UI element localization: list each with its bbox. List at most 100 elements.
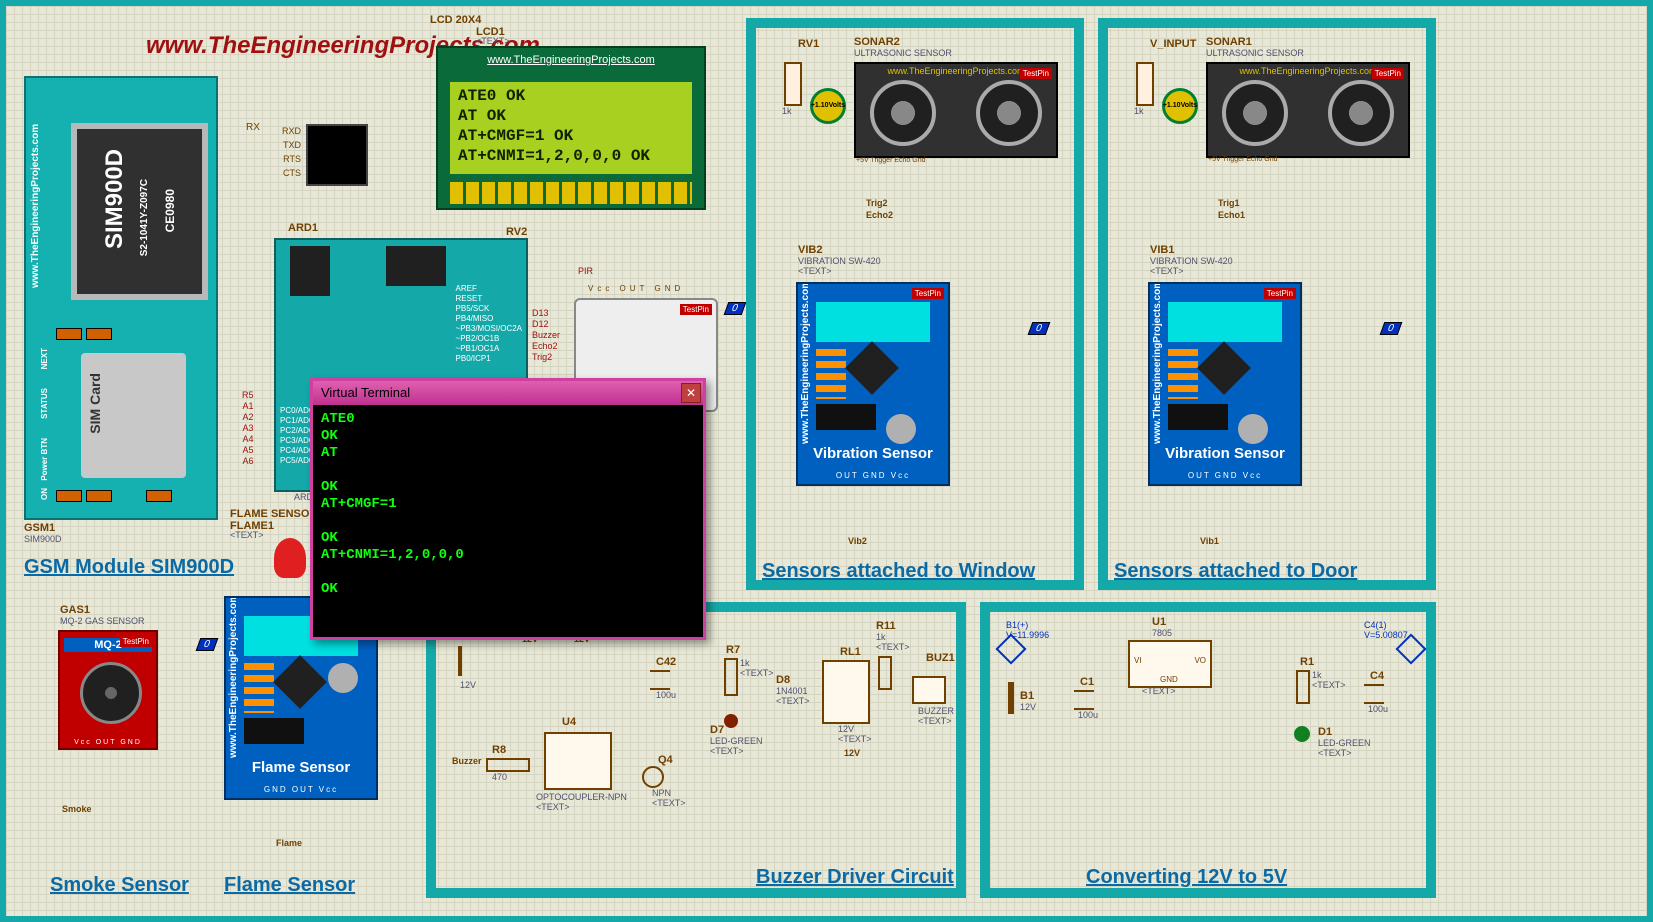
win-voltprobe[interactable]: +1.10Volts (810, 88, 846, 124)
door-vib-ref: VIB1 (1150, 244, 1174, 256)
serial-net: RX (246, 122, 260, 133)
lcd-module[interactable]: www.TheEngineeringProjects.com ATE0 OK A… (436, 46, 706, 210)
terminal-output[interactable]: ATE0 OK AT OK AT+CMGF=1 OK AT+CNMI=1,2,0… (313, 405, 703, 637)
door-sonar-net1: Trig1 (1218, 198, 1240, 208)
r7-val: 1k (740, 658, 750, 668)
c42-symbol (650, 670, 670, 690)
probe-in-label: B1(+) (1006, 620, 1028, 630)
gsm-partno: SIM900D (101, 149, 129, 249)
d1-text: <TEXT> (1318, 748, 1352, 758)
gsm-module[interactable]: www.TheEngineeringProjects.com SIM900D S… (24, 76, 218, 520)
close-icon[interactable]: ✕ (681, 383, 701, 403)
door-voltprobe[interactable]: +1.10Volts (1162, 88, 1198, 124)
r1-symbol (1296, 670, 1310, 704)
schematic-canvas[interactable]: www.TheEngineeringProjects.com www.TheEn… (0, 0, 1653, 922)
buzzer-schematic[interactable]: BAT1 <TEXT> 12V 12V Buzzer R8 470 U4 OPT… (446, 616, 946, 866)
door-rv-ref: V_INPUT (1150, 38, 1196, 50)
gsm-ref: GSM1 (24, 522, 55, 534)
u1-ref: U1 (1152, 616, 1166, 628)
door-caption: Sensors attached to Door (1114, 560, 1357, 583)
c1-val: 100u (1078, 710, 1098, 720)
serial-pins: RXDTXDRTSCTS (282, 124, 301, 180)
door-vib-title: Vibration Sensor (1150, 445, 1300, 462)
d7-symbol (724, 714, 738, 728)
terminal-titlebar[interactable]: Virtual Terminal ✕ (313, 381, 703, 405)
win-sonar-testpin: TestPin (1020, 68, 1052, 79)
flame-side-url: www.TheEngineeringProjects.com (228, 628, 240, 758)
mq2-module[interactable]: MQ-2 TestPin Vcc OUT GND (58, 630, 158, 750)
door-sonar-module[interactable]: www.TheEngineeringProjects.com TestPin (1206, 62, 1410, 158)
d8-part: 1N4001 (776, 686, 808, 696)
u1-part: 7805 (1152, 628, 1172, 638)
win-vib-pins: OUT GND Vcc (798, 471, 948, 480)
r7-ref: R7 (726, 644, 740, 656)
c4-symbol (1364, 684, 1384, 704)
arduino-right-pins: AREF RESETPB5/SCKPB4/MISO ~PB3/MOSI/OC2A… (456, 284, 522, 364)
buz-symbol (912, 676, 946, 704)
door-sonar-ref: SONAR1 (1206, 36, 1252, 48)
buzzer-caption: Buzzer Driver Circuit (756, 866, 954, 889)
gsm-cert: CE0980 (163, 189, 177, 232)
mq2-can (80, 662, 142, 724)
q4-ref: Q4 (658, 754, 673, 766)
sonar-eye-right (1328, 80, 1394, 146)
door-vib-side: www.TheEngineeringProjects.com (1152, 314, 1164, 444)
r11-text: <TEXT> (876, 642, 910, 652)
d7-text: <TEXT> (710, 746, 744, 756)
flame-part-label: FLAME SENSOR (230, 508, 317, 520)
win-sonar-net1: Trig2 (866, 198, 888, 208)
rv2-ref: RV2 (506, 226, 527, 238)
flame-title: Flame Sensor (226, 759, 376, 776)
flame-pins: GND OUT Vcc (226, 785, 376, 794)
serial-terminal-component[interactable] (306, 124, 368, 186)
win-rv-pot[interactable] (784, 62, 802, 106)
b1-symbol (1008, 682, 1014, 714)
d8-ref: D8 (776, 674, 790, 686)
buz-ref: BUZ1 (926, 652, 955, 664)
c1-ref: C1 (1080, 676, 1094, 688)
door-vib-net: Vib1 (1200, 536, 1219, 546)
gsm-pin-next: NEXT (40, 348, 49, 369)
gsm-part: SIM900D (24, 534, 62, 544)
flame-led-icon (274, 538, 306, 578)
gas-part: MQ-2 GAS SENSOR (60, 616, 145, 626)
win-vib-ref: VIB2 (798, 244, 822, 256)
gsm-pin-pwr: Power BTN (40, 438, 49, 481)
d1-part: LED-GREEN (1318, 738, 1371, 748)
virtual-terminal-window[interactable]: Virtual Terminal ✕ ATE0 OK AT OK AT+CMGF… (310, 378, 706, 640)
r8-val: 470 (492, 772, 507, 782)
win-vib-part: VIBRATION SW-420 (798, 256, 881, 266)
u1-text: <TEXT> (1142, 686, 1176, 696)
r8-net: Buzzer (452, 756, 482, 766)
lcd-screen: ATE0 OK AT OK AT+CMGF=1 OK AT+CNMI=1,2,0… (450, 82, 692, 174)
door-vib-module[interactable]: www.TheEngineeringProjects.com TestPin V… (1148, 282, 1302, 486)
q4-text: <TEXT> (652, 798, 686, 808)
door-sonar-net2: Echo1 (1218, 210, 1245, 220)
d1-ref: D1 (1318, 726, 1332, 738)
win-vib-testpin: TestPin (912, 288, 944, 299)
door-rv-pot[interactable] (1136, 62, 1154, 106)
gas-ref: GAS1 (60, 604, 90, 616)
d7-ref: D7 (710, 724, 724, 736)
r8-symbol (486, 758, 530, 772)
win-sonar-pins: +5V Trigger Echo Gnd (856, 156, 926, 165)
r8-ref: R8 (492, 744, 506, 756)
win-caption: Sensors attached to Window (762, 560, 1035, 583)
win-vib-module[interactable]: www.TheEngineeringProjects.com TestPin V… (796, 282, 950, 486)
gsm-pin-on: ON (40, 488, 49, 500)
sim-label: SIM Card (87, 373, 103, 434)
converter-schematic[interactable]: B1(+) V=11.9996 B1 12V C1 100u U1 7805 V… (1000, 616, 1420, 866)
mq2-pins: Vcc OUT GND (60, 739, 156, 746)
arduino-left-nets: R5A1A2A3 A4A5A6 (242, 390, 254, 467)
lcd-text: <TEXT> (476, 36, 510, 46)
win-sonar-module[interactable]: www.TheEngineeringProjects.com TestPin (854, 62, 1058, 158)
u4-part: OPTOCOUPLER-NPN (536, 792, 627, 802)
bat1-val: 12V (460, 680, 476, 690)
rl1-val: 12V (838, 724, 854, 734)
arduino-right-nets: D13D12Buzzer Echo2Trig2 (532, 308, 560, 363)
flame-net: Flame (276, 838, 302, 848)
gsm-chip: SIM900D S2-1041Y-Z097C CE0980 (71, 123, 208, 300)
terminal-title: Virtual Terminal (321, 385, 410, 400)
door-vib-text: <TEXT> (1150, 266, 1184, 276)
win-sonar-ref: SONAR2 (854, 36, 900, 48)
